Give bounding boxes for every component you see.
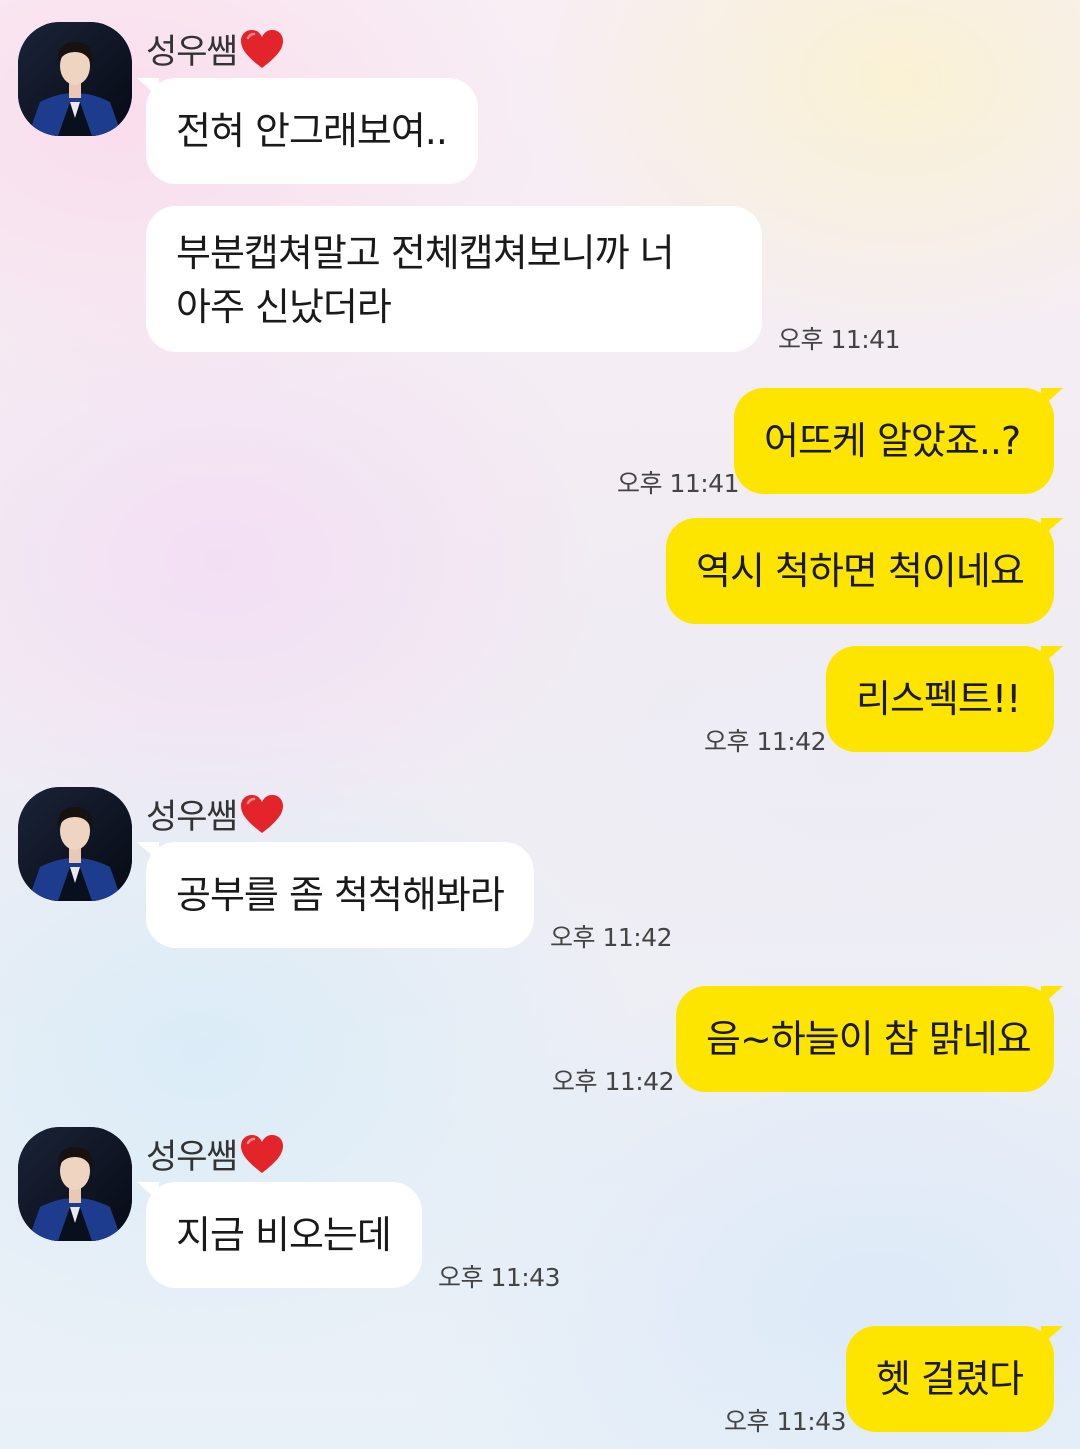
message-timestamp: 오후 11:42 bbox=[704, 727, 827, 756]
message-timestamp: 오후 11:43 bbox=[438, 1263, 561, 1292]
message-text: 리스펙트!! bbox=[856, 677, 1021, 721]
sender-name: 성우쌤 bbox=[146, 1129, 285, 1178]
sender-avatar[interactable] bbox=[18, 787, 132, 901]
message-text-line: 아주 신났더라 bbox=[176, 285, 392, 329]
message-timestamp: 오후 11:43 bbox=[724, 1407, 847, 1436]
outgoing-message[interactable]: 음~하늘이 참 맑네요 bbox=[676, 986, 1063, 1092]
message-text: 음~하늘이 참 맑네요 bbox=[706, 1017, 1032, 1061]
outgoing-message[interactable]: 리스펙트!! bbox=[826, 646, 1063, 752]
sender-avatar[interactable] bbox=[18, 22, 132, 136]
incoming-message[interactable]: 부분캡쳐말고 전체캡쳐보니까 너 아주 신났더라 bbox=[146, 206, 762, 352]
message-text: 어뜨케 알았죠..? bbox=[764, 419, 1021, 463]
message-timestamp: 오후 11:42 bbox=[552, 1067, 675, 1096]
sender-name: 성우쌤 bbox=[146, 24, 285, 73]
heart-icon bbox=[240, 1134, 283, 1173]
message-timestamp: 오후 11:41 bbox=[617, 469, 740, 498]
sender-name: 성우쌤 bbox=[146, 789, 285, 838]
message-text: 공부를 좀 척척해봐라 bbox=[176, 873, 505, 917]
message-text: 지금 비오는데 bbox=[176, 1213, 392, 1257]
message-text-line: 부분캡쳐말고 전체캡쳐보니까 너 bbox=[176, 231, 675, 275]
heart-icon bbox=[240, 29, 283, 68]
outgoing-message[interactable]: 역시 척하면 척이네요 bbox=[666, 518, 1063, 624]
message-timestamp: 오후 11:41 bbox=[778, 325, 901, 354]
outgoing-message[interactable]: 어뜨케 알았죠..? bbox=[734, 388, 1063, 494]
incoming-message[interactable]: 공부를 좀 척척해봐라 bbox=[137, 842, 534, 948]
heart-icon bbox=[240, 794, 283, 833]
incoming-message[interactable]: 전혀 안그래보여.. bbox=[137, 78, 478, 184]
message-text: 전혀 안그래보여.. bbox=[176, 109, 448, 153]
message-timestamp: 오후 11:42 bbox=[550, 923, 673, 952]
message-text: 역시 척하면 척이네요 bbox=[696, 549, 1025, 593]
chat-room: 성우쌤 전혀 안그래보여.. 부분캡쳐말고 전체캡쳐보니까 너 아주 신났더라 … bbox=[0, 0, 1080, 1449]
sender-avatar[interactable] bbox=[18, 1127, 132, 1241]
incoming-message[interactable]: 지금 비오는데 bbox=[137, 1182, 422, 1288]
outgoing-message[interactable]: 헷 걸렸다 bbox=[846, 1326, 1063, 1432]
message-text: 헷 걸렸다 bbox=[876, 1357, 1024, 1401]
